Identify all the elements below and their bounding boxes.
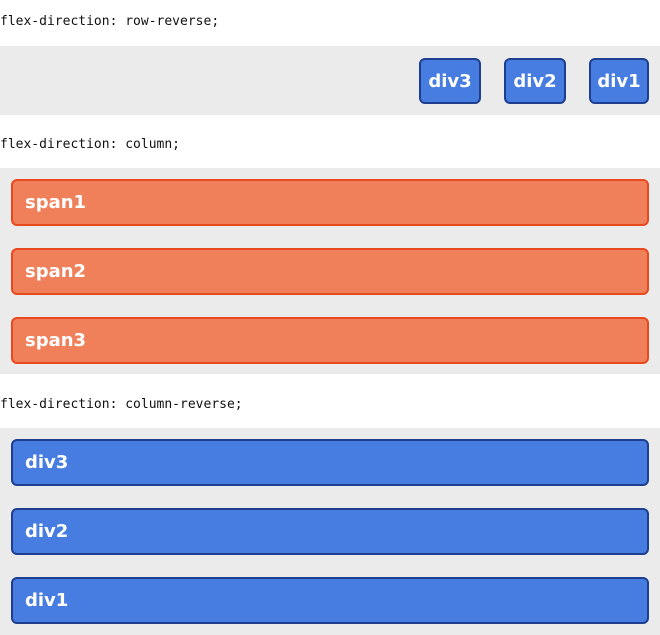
column-container: span1 span2 span3 [0,168,660,374]
column-reverse-item-div3: div3 [11,439,649,486]
column-item-span1: span1 [11,179,649,226]
row-reverse-caption: flex-direction: row-reverse; [0,14,220,29]
column-item-span3: span3 [11,317,649,364]
column-reverse-item-div1: div1 [11,577,649,624]
row-reverse-item-div3: div3 [419,58,481,104]
column-caption: flex-direction: column; [0,137,181,152]
row-reverse-item-div2: div2 [504,58,566,104]
row-reverse-container: div3 div2 div1 [0,46,660,115]
row-reverse-item-div1: div1 [589,58,649,104]
column-reverse-container: div3 div2 div1 [0,428,660,635]
column-reverse-caption: flex-direction: column-reverse; [0,397,243,412]
column-reverse-item-div2: div2 [11,508,649,555]
column-item-span2: span2 [11,248,649,295]
